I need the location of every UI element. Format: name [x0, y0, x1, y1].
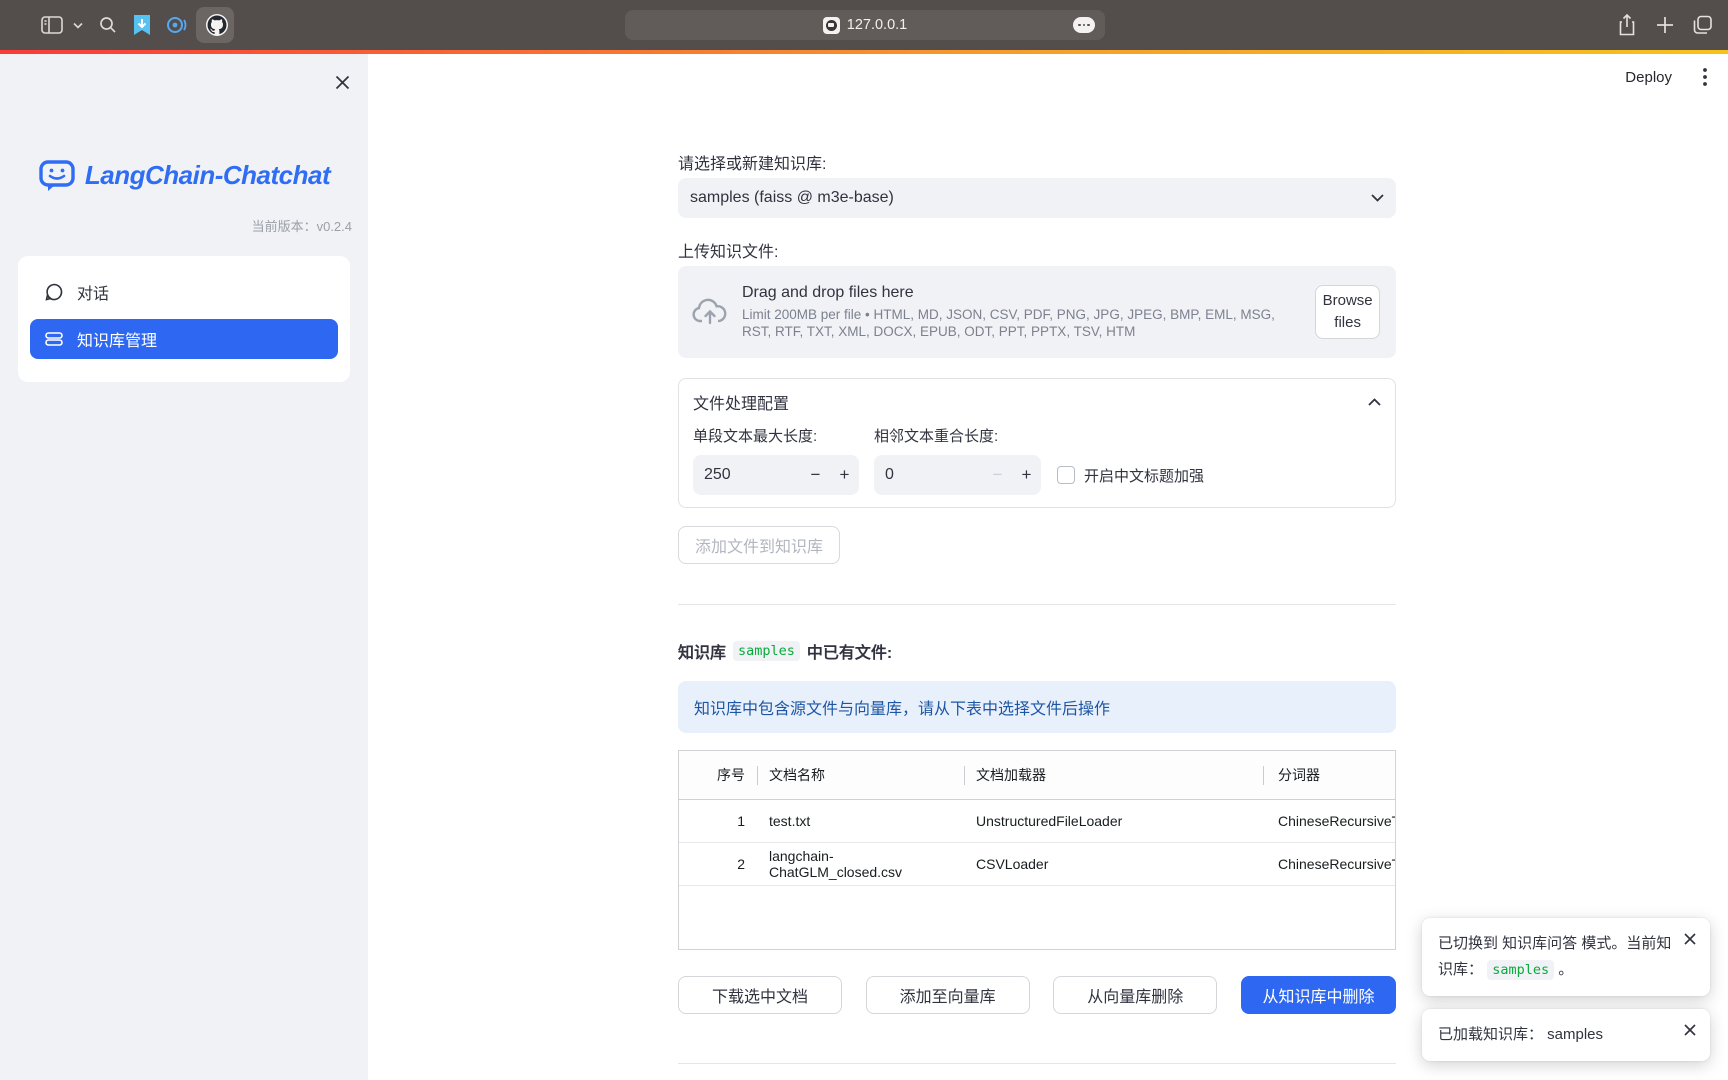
divider: [678, 1063, 1396, 1064]
dropzone-title: Drag and drop files here: [742, 284, 1301, 302]
overlap-input[interactable]: 0 − +: [874, 455, 1041, 495]
overlap-value: 0: [874, 466, 983, 484]
screen: 127.0.0.1: [0, 0, 1728, 1080]
expander-header[interactable]: 文件处理配置: [679, 379, 1395, 425]
table-actions: 下载选中文档 添加至向量库 从向量库删除 从知识库中删除: [678, 976, 1396, 1014]
app-version: 当前版本：v0.2.4: [0, 216, 352, 235]
overlap-label: 相邻文本重合长度:: [874, 425, 1041, 447]
nav-item-chat[interactable]: 对话: [30, 272, 338, 312]
divider: [678, 604, 1396, 605]
address-bar[interactable]: 127.0.0.1: [625, 10, 1105, 40]
new-tab-icon[interactable]: [1650, 0, 1680, 50]
address-bar-more-icon[interactable]: [1073, 17, 1095, 33]
info-alert: 知识库中包含源文件与向量库，请从下表中选择文件后操作: [678, 681, 1396, 733]
browse-files-button[interactable]: Browse files: [1315, 285, 1380, 339]
uploader-label: 上传知识文件:: [678, 238, 1396, 260]
heading-suffix: 中已有文件:: [807, 639, 892, 663]
logo-text: LangChain-Chatchat: [85, 160, 330, 191]
pinned-tab-download-icon[interactable]: [128, 0, 156, 50]
heading-prefix: 知识库: [678, 639, 726, 663]
toast-text-suffix: 。: [1558, 961, 1573, 978]
cell-splitter: ChineseRecursiveT: [1263, 856, 1395, 872]
share-icon[interactable]: [1612, 0, 1642, 50]
chunk-plus-button[interactable]: +: [830, 455, 859, 495]
col-header-index[interactable]: 序号: [679, 751, 757, 799]
toast-text: 已切换到 知识库问答 模式。当前知识库：: [1438, 935, 1671, 978]
cell-index: 1: [679, 813, 757, 829]
delete-from-kb-button[interactable]: 从知识库中删除: [1241, 976, 1396, 1014]
toast-kb-loaded: 已加载知识库： samples: [1422, 1009, 1710, 1061]
cell-loader: UnstructuredFileLoader: [964, 813, 1263, 829]
app-logo: LangChain-Chatchat: [0, 156, 368, 194]
url-text: 127.0.0.1: [847, 17, 907, 33]
kb-selectbox-value: samples (faiss @ m3e-base): [690, 189, 1371, 207]
cell-loader: CSVLoader: [964, 856, 1263, 872]
col-header-splitter[interactable]: 分词器: [1263, 751, 1395, 799]
deploy-button[interactable]: Deploy: [1625, 69, 1672, 86]
nav-item-label: 对话: [77, 280, 109, 304]
chunk-size-input[interactable]: 250 − +: [693, 455, 859, 495]
main-menu-kebab-icon[interactable]: [1696, 64, 1714, 90]
cloud-upload-icon: [692, 297, 728, 327]
add-to-vector-store-button[interactable]: 添加至向量库: [866, 976, 1030, 1014]
table-row[interactable]: 1 test.txt UnstructuredFileLoader Chines…: [679, 800, 1395, 843]
site-favicon: [823, 17, 840, 34]
sidebar-toggle-icon[interactable]: [38, 0, 66, 50]
chevron-up-icon: [1368, 398, 1381, 406]
overlap-plus-button[interactable]: +: [1012, 455, 1041, 495]
chunk-size-label: 单段文本最大长度:: [693, 425, 859, 447]
dropzone-limit-text: Limit 200MB per file • HTML, MD, JSON, C…: [742, 306, 1301, 340]
delete-from-vector-store-button[interactable]: 从向量库删除: [1053, 976, 1217, 1014]
chat-bubble-icon: [44, 282, 64, 302]
chunk-minus-button[interactable]: −: [801, 455, 830, 495]
file-dropzone[interactable]: Drag and drop files here Limit 200MB per…: [678, 266, 1396, 358]
list-icon: [44, 329, 64, 349]
kb-name-code: samples: [733, 641, 800, 661]
cell-docname: test.txt: [757, 813, 964, 829]
toast-text: 已加载知识库： samples: [1438, 1026, 1603, 1043]
pinned-tab-circle-icon[interactable]: [162, 0, 190, 50]
cell-docname: langchain-ChatGLM_closed.csv: [757, 848, 964, 880]
zh-title-checkbox[interactable]: [1057, 466, 1075, 484]
search-icon[interactable]: [94, 0, 122, 50]
download-selected-button[interactable]: 下载选中文档: [678, 976, 842, 1014]
sidebar: LangChain-Chatchat 当前版本：v0.2.4 对话: [0, 54, 368, 1080]
chevron-down-icon: [1371, 194, 1384, 202]
col-header-docname[interactable]: 文档名称: [757, 751, 964, 799]
table-row[interactable]: 2 langchain-ChatGLM_closed.csv CSVLoader…: [679, 843, 1395, 886]
chunk-size-value: 250: [693, 466, 801, 484]
toast-close-icon[interactable]: [1682, 931, 1698, 947]
github-tab-icon[interactable]: [198, 0, 236, 50]
tab-overview-icon[interactable]: [1688, 0, 1718, 50]
nav-item-knowledge-base[interactable]: 知识库管理: [30, 319, 338, 359]
expander-title: 文件处理配置: [693, 390, 1368, 414]
table-header-row: 序号 文档名称 文档加载器 分词器: [679, 751, 1395, 800]
kb-select-label: 请选择或新建知识库:: [678, 150, 1396, 172]
overlap-minus-button[interactable]: −: [983, 455, 1012, 495]
add-files-button[interactable]: 添加文件到知识库: [678, 526, 840, 564]
zh-title-checkbox-label: 开启中文标题加强: [1084, 465, 1204, 486]
toast-mode-switched: 已切换到 知识库问答 模式。当前知识库： samples 。: [1422, 918, 1710, 996]
toast-kb-code: samples: [1487, 960, 1554, 980]
nav-item-label: 知识库管理: [77, 327, 157, 351]
col-header-loader[interactable]: 文档加载器: [964, 751, 1263, 799]
sidebar-close-icon[interactable]: [330, 70, 354, 94]
chevron-down-icon[interactable]: [70, 0, 86, 50]
browser-toolbar: 127.0.0.1: [0, 0, 1728, 50]
sidebar-nav: 对话 知识库管理: [18, 256, 350, 382]
cell-index: 2: [679, 856, 757, 872]
cell-splitter: ChineseRecursiveT: [1263, 813, 1395, 829]
logo-chat-icon: [38, 156, 76, 194]
toast-close-icon[interactable]: [1682, 1022, 1698, 1038]
files-table: 序号 文档名称 文档加载器 分词器 1 test.txt Unstructure…: [678, 750, 1396, 950]
kb-files-heading: 知识库 samples 中已有文件:: [678, 639, 1396, 663]
kb-selectbox[interactable]: samples (faiss @ m3e-base): [678, 178, 1396, 218]
file-config-expander: 文件处理配置 单段文本最大长度: 250 − +: [678, 378, 1396, 508]
